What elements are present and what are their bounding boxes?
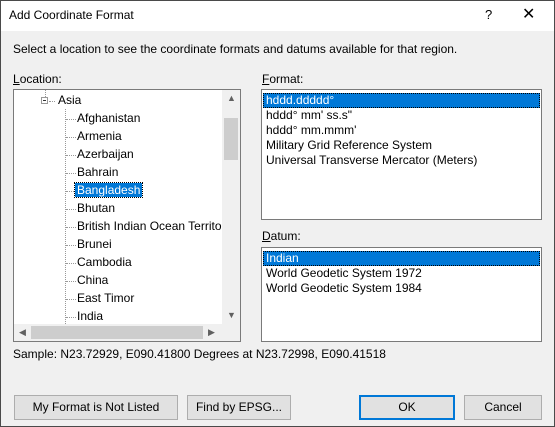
title-bar: Add Coordinate Format ? ✕ (1, 1, 554, 31)
description-text: Select a location to see the coordinate … (13, 42, 458, 56)
horizontal-scrollbar[interactable]: ◀ ▶ (14, 324, 222, 341)
scroll-up-icon[interactable]: ▲ (227, 93, 236, 103)
tree-node[interactable]: Bahrain (75, 164, 120, 181)
format-list-item[interactable]: hddd° mm' ss.s" (263, 108, 540, 123)
format-list-item[interactable]: hddd.ddddd° (263, 93, 540, 108)
scroll-right-icon[interactable]: ▶ (208, 327, 215, 338)
tree-node[interactable]: Bhutan (75, 200, 117, 217)
cancel-button[interactable]: Cancel (464, 395, 542, 420)
tree-node[interactable]: Azerbaijan (75, 146, 136, 163)
scrollbar-corner (222, 324, 240, 341)
datum-list-item[interactable]: World Geodetic System 1984 (263, 281, 540, 296)
tree-node[interactable]: East Timor (75, 290, 136, 307)
tree-node-asia[interactable]: Asia (56, 92, 83, 109)
format-label: Format: (262, 72, 304, 86)
tree-node[interactable]: Cambodia (75, 254, 134, 271)
sample-text: Sample: N23.72929, E090.41800 Degrees at… (13, 347, 386, 361)
horizontal-scroll-thumb[interactable] (31, 326, 203, 339)
tree-node[interactable]: British Indian Ocean Territor (75, 218, 228, 235)
format-list-item[interactable]: Universal Transverse Mercator (Meters) (263, 153, 540, 168)
location-tree[interactable]: Asia Afghanistan Armenia Azerbaijan Bahrain… (13, 89, 241, 342)
format-list-item[interactable]: Military Grid Reference System (263, 138, 540, 153)
add-coordinate-format-dialog: Add Coordinate Format ? ✕ Select a locat… (0, 0, 555, 427)
collapse-icon[interactable] (41, 97, 48, 104)
vertical-scroll-thumb[interactable] (224, 118, 238, 160)
location-label: Location: (13, 72, 62, 86)
datum-list[interactable]: Indian World Geodetic System 1972 World Ge… (261, 247, 542, 342)
datum-list-item[interactable]: World Geodetic System 1972 (263, 266, 540, 281)
format-list-item[interactable]: hddd° mm.mmm' (263, 123, 540, 138)
tree-node[interactable]: Armenia (75, 128, 124, 145)
window-title: Add Coordinate Format (9, 8, 134, 22)
format-not-listed-button[interactable]: My Format is Not Listed (14, 395, 178, 420)
close-button[interactable]: ✕ (522, 4, 535, 24)
tree-line (65, 109, 66, 324)
vertical-scrollbar[interactable]: ▲ ▼ (222, 90, 240, 324)
format-list[interactable]: hddd.ddddd° hddd° mm' ss.s" hddd° mm.mmm' M… (261, 89, 542, 220)
datum-list-item[interactable]: Indian (263, 251, 540, 266)
tree-line (49, 101, 55, 102)
tree-node[interactable]: India (75, 308, 105, 325)
scroll-down-icon[interactable]: ▼ (227, 310, 236, 320)
tree-node[interactable]: Brunei (75, 236, 114, 253)
ok-button[interactable]: OK (359, 395, 455, 420)
datum-label: Datum: (262, 229, 301, 243)
scroll-left-icon[interactable]: ◀ (19, 327, 26, 338)
tree-node[interactable]: Afghanistan (75, 110, 142, 127)
find-by-epsg-button[interactable]: Find by EPSG... (187, 395, 291, 420)
help-button[interactable]: ? (485, 7, 492, 22)
tree-node[interactable]: Bangladesh (73, 182, 144, 199)
tree-node[interactable]: China (75, 272, 110, 289)
